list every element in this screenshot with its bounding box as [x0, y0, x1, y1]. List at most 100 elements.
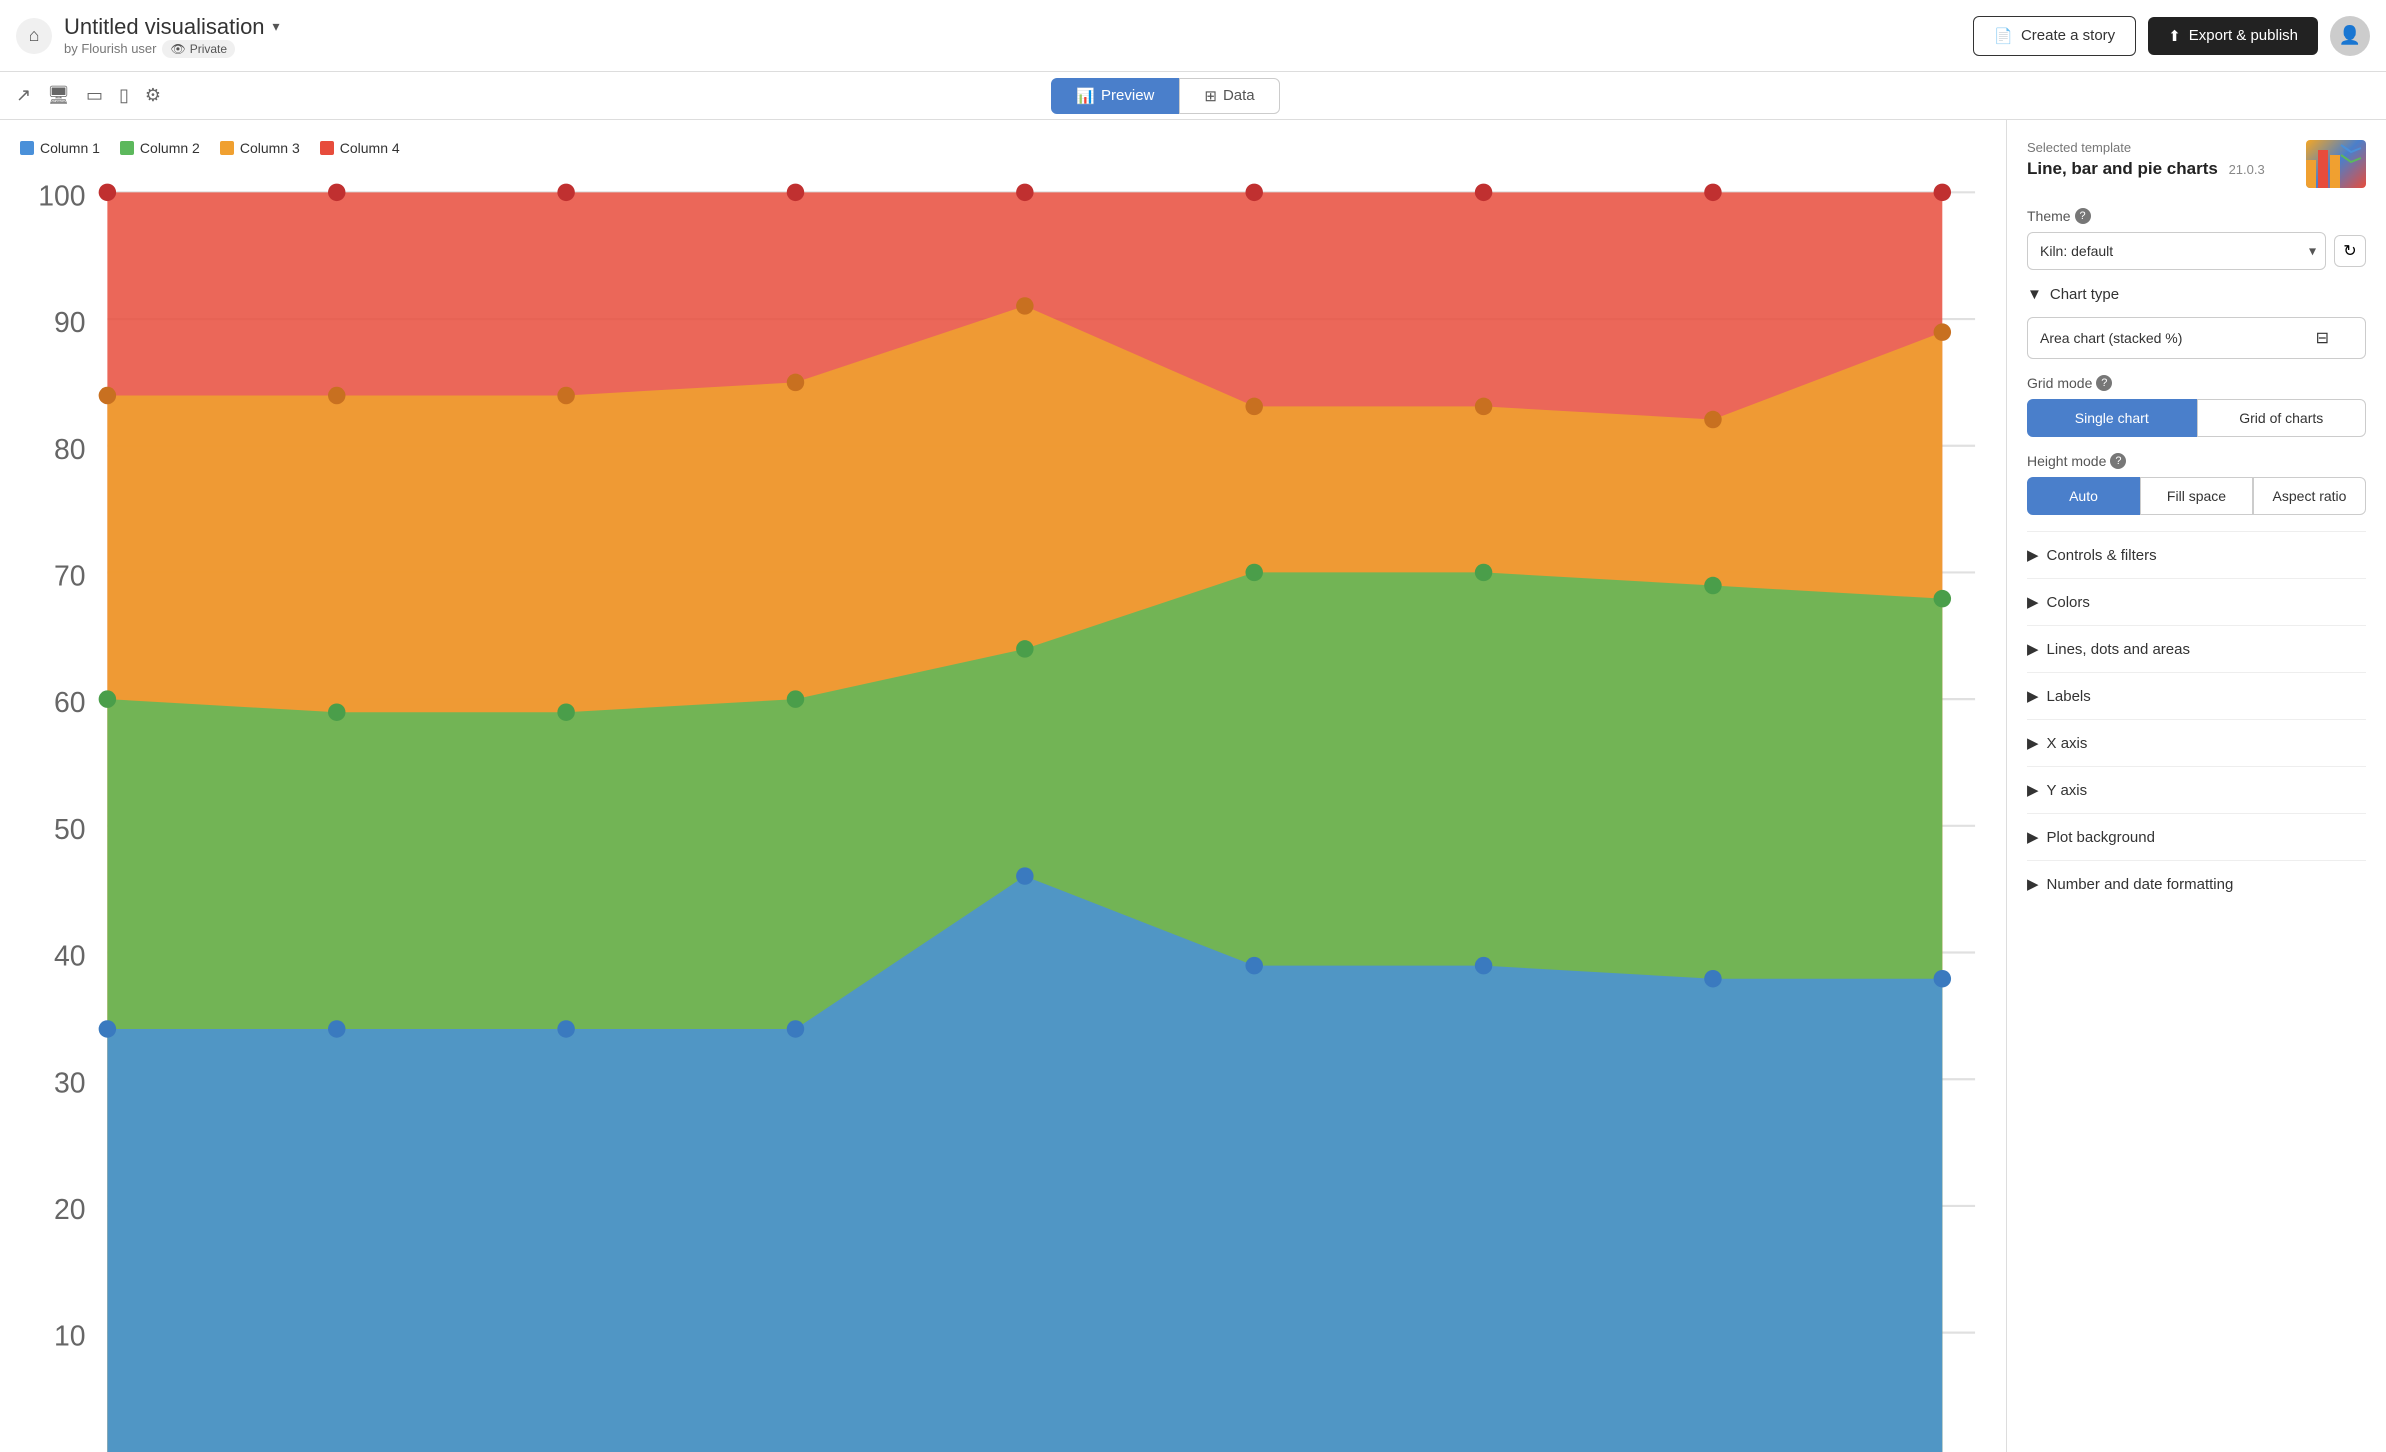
dot-col4-2016: [1704, 184, 1721, 201]
chart-type-label: ▼ Chart type: [2027, 286, 2119, 303]
legend-item-col4: Column 4: [320, 140, 400, 156]
chart-area: Column 1 Column 2 Column 3 Column 4 0 10…: [0, 120, 2006, 1452]
dot-col4-2015: [1475, 184, 1492, 201]
height-mode-info-icon[interactable]: ?: [2110, 453, 2126, 469]
toolbar: ↗ 🖥 ▭ ▯ ⚙ 📊 Preview ⊞ Data: [0, 72, 2386, 120]
title-dropdown-arrow[interactable]: ▾: [273, 18, 280, 35]
expand-icon[interactable]: ↗: [16, 85, 31, 106]
legend-dot-col3: [220, 141, 234, 155]
create-story-label: Create a story: [2021, 27, 2115, 44]
dot-col3-2012: [787, 374, 804, 391]
svg-text:90: 90: [54, 307, 86, 339]
chevron-right-icon-numdate: ▶: [2027, 875, 2039, 893]
height-mode-aspect-button[interactable]: Aspect ratio: [2253, 477, 2366, 515]
dot-col1-2017: [1934, 970, 1951, 987]
grid-mode-single-button[interactable]: Single chart: [2027, 399, 2197, 437]
svg-text:80: 80: [54, 434, 86, 466]
chevron-right-icon-controls: ▶: [2027, 546, 2039, 564]
chevron-right-icon-yaxis: ▶: [2027, 781, 2039, 799]
legend-dot-col1: [20, 141, 34, 155]
story-icon: 📄: [1994, 27, 2013, 45]
export-label: Export & publish: [2189, 27, 2298, 44]
privacy-label: Private: [190, 42, 227, 56]
legend-dot-col2: [120, 141, 134, 155]
svg-text:100: 100: [38, 180, 85, 212]
data-tab[interactable]: ⊞ Data: [1179, 78, 1279, 114]
chart-svg: 0 10 20 30 40 50 60 70 80 90 100: [20, 168, 1986, 1452]
svg-text:40: 40: [54, 941, 86, 973]
dot-col4-2017: [1934, 184, 1951, 201]
theme-refresh-button[interactable]: ↻: [2334, 235, 2366, 267]
dot-col1-2014: [1245, 957, 1262, 974]
svg-text:10: 10: [54, 1321, 86, 1353]
chevron-right-icon-colors: ▶: [2027, 593, 2039, 611]
dot-col2-2011: [557, 703, 574, 720]
mobile-icon[interactable]: ▯: [119, 85, 129, 106]
dot-col2-2016: [1704, 577, 1721, 594]
height-mode-fill-button[interactable]: Fill space: [2140, 477, 2253, 515]
legend-item-col2: Column 2: [120, 140, 200, 156]
template-info: Selected template Line, bar and pie char…: [2027, 140, 2306, 179]
dot-col3-2014: [1245, 398, 1262, 415]
labels-section[interactable]: ▶ Labels: [2027, 672, 2366, 719]
settings-icon[interactable]: ⚙: [145, 85, 161, 106]
preview-tab[interactable]: 📊 Preview: [1051, 78, 1179, 114]
toolbar-left: ↗ 🖥 ▭ ▯ ⚙: [16, 85, 161, 106]
grid-mode-grid-button[interactable]: Grid of charts: [2197, 399, 2367, 437]
chevron-right-icon-labels: ▶: [2027, 687, 2039, 705]
header-right: 📄 Create a story ⬆ Export & publish 👤: [1973, 16, 2370, 56]
dot-col3-2011: [557, 387, 574, 404]
dot-col2-2010: [328, 703, 345, 720]
grid-mode-group: Single chart Grid of charts: [2027, 399, 2366, 437]
dot-col1-2015: [1475, 957, 1492, 974]
create-story-button[interactable]: 📄 Create a story: [1973, 16, 2136, 56]
dot-col3-2016: [1704, 411, 1721, 428]
expandable-sections: ▶ Controls & filters ▶ Colors ▶ Lines, d…: [2027, 531, 2366, 907]
legend-item-col1: Column 1: [20, 140, 100, 156]
dot-col3-2010: [328, 387, 345, 404]
home-button[interactable]: ⌂: [16, 18, 52, 54]
y-axis-section[interactable]: ▶ Y axis: [2027, 766, 2366, 813]
height-mode-auto-button[interactable]: Auto: [2027, 477, 2140, 515]
dot-col2-2014: [1245, 564, 1262, 581]
template-header: Selected template Line, bar and pie char…: [2027, 140, 2366, 188]
chart-type-section[interactable]: ▼ Chart type: [2027, 286, 2366, 317]
dot-col1-2013: [1016, 867, 1033, 884]
theme-select[interactable]: Kiln: default: [2027, 232, 2326, 270]
svg-text:70: 70: [54, 561, 86, 593]
dot-col2-2009: [99, 690, 116, 707]
colors-section[interactable]: ▶ Colors: [2027, 578, 2366, 625]
theme-label: Theme ?: [2027, 208, 2366, 224]
author-label: by Flourish user: [64, 41, 156, 56]
privacy-badge[interactable]: 👁 Private: [162, 40, 235, 58]
title-area: Untitled visualisation ▾ by Flourish use…: [64, 14, 280, 58]
chart-type-select[interactable]: Area chart (stacked %) ⊟: [2027, 317, 2366, 359]
template-label: Selected template: [2027, 140, 2306, 155]
plot-background-section[interactable]: ▶ Plot background: [2027, 813, 2366, 860]
legend-item-col3: Column 3: [220, 140, 300, 156]
controls-filters-section[interactable]: ▶ Controls & filters: [2027, 531, 2366, 578]
svg-text:60: 60: [54, 687, 86, 719]
svg-text:50: 50: [54, 814, 86, 846]
grid-mode-info-icon[interactable]: ?: [2096, 375, 2112, 391]
lines-dots-areas-section[interactable]: ▶ Lines, dots and areas: [2027, 625, 2366, 672]
dot-col4-2013: [1016, 184, 1033, 201]
table-icon: ⊞: [1204, 87, 1217, 105]
dot-col1-2012: [787, 1020, 804, 1037]
legend-dot-col4: [320, 141, 334, 155]
export-publish-button[interactable]: ⬆ Export & publish: [2148, 17, 2318, 55]
desktop-icon[interactable]: 🖥: [47, 85, 70, 106]
number-date-formatting-section[interactable]: ▶ Number and date formatting: [2027, 860, 2366, 907]
tablet-icon[interactable]: ▭: [86, 85, 103, 106]
dot-col4-2011: [557, 184, 574, 201]
dot-col2-2015: [1475, 564, 1492, 581]
dot-col1-2016: [1704, 970, 1721, 987]
dot-col3-2013: [1016, 297, 1033, 314]
dot-col3-2009: [99, 387, 116, 404]
preview-label: Preview: [1101, 87, 1154, 104]
x-axis-section[interactable]: ▶ X axis: [2027, 719, 2366, 766]
avatar[interactable]: 👤: [2330, 16, 2370, 56]
dot-col4-2009: [99, 184, 116, 201]
toolbar-center: 📊 Preview ⊞ Data: [1051, 78, 1279, 114]
theme-info-icon[interactable]: ?: [2075, 208, 2091, 224]
